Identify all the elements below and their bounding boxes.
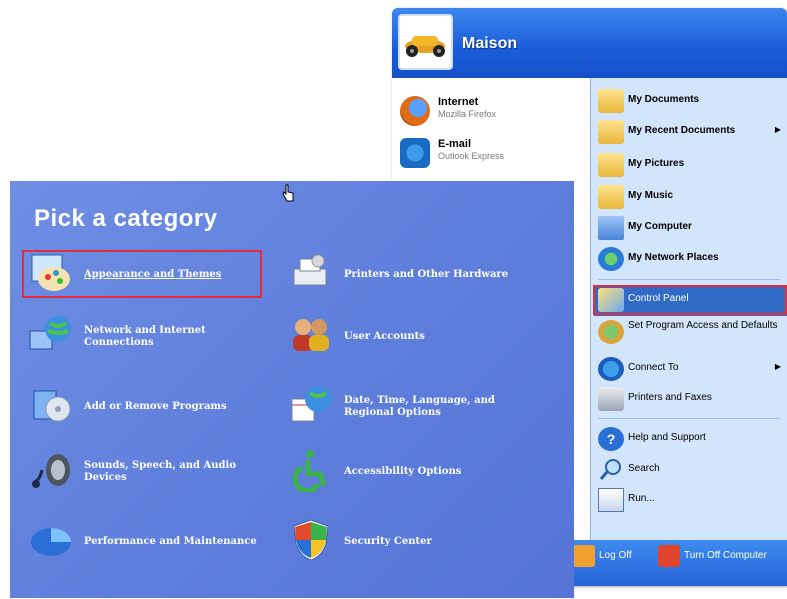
menu-item-label: Search xyxy=(628,463,660,474)
connect-globe-icon xyxy=(598,357,624,381)
category-label: Security Center xyxy=(344,536,432,547)
shield-icon xyxy=(288,518,334,562)
log-off-label: Log Off xyxy=(599,550,632,561)
menu-item-run[interactable]: Run... xyxy=(598,486,784,516)
pinned-item-title: E-mail xyxy=(438,138,472,150)
firefox-icon xyxy=(400,96,430,126)
accessibility-icon xyxy=(288,448,334,494)
folder-pictures-icon xyxy=(598,153,624,177)
help-icon: ? xyxy=(598,427,624,451)
menu-item-search[interactable]: Search xyxy=(598,456,784,486)
start-menu-header: Maison xyxy=(392,8,787,78)
menu-item-my-pictures[interactable]: My Pictures xyxy=(598,151,784,181)
power-icon xyxy=(658,545,680,567)
network-globe-icon xyxy=(28,313,74,357)
menu-item-label: Run... xyxy=(628,493,655,504)
category-date-time-language[interactable]: Date, Time, Language, and Regional Optio… xyxy=(288,381,558,441)
turn-off-label: Turn Off Computer xyxy=(684,550,767,561)
user-avatar[interactable] xyxy=(398,14,453,70)
page-title: Pick a category xyxy=(34,205,218,232)
menu-item-label: My Network Places xyxy=(628,252,719,263)
network-globe-icon xyxy=(598,247,624,271)
category-add-remove-programs[interactable]: Add or Remove Programs xyxy=(28,381,258,441)
menu-item-label: My Computer xyxy=(628,221,692,232)
menu-item-set-program-access[interactable]: Set Program Access and Defaults xyxy=(598,318,784,354)
turn-off-button[interactable]: Turn Off Computer xyxy=(658,545,786,569)
submenu-arrow-icon: ▶ xyxy=(774,362,781,371)
category-label: Performance and Maintenance xyxy=(84,536,257,547)
hand-cursor-icon xyxy=(282,184,294,202)
pinned-item-subtitle: Mozilla Firefox xyxy=(438,109,497,119)
category-performance-maintenance[interactable]: Performance and Maintenance xyxy=(28,516,278,576)
category-printers-hardware[interactable]: Printers and Other Hardware xyxy=(288,249,558,309)
submenu-arrow-icon: ▶ xyxy=(774,125,781,134)
category-network-internet[interactable]: Network and Internet Connections xyxy=(28,311,258,371)
menu-item-label: My Pictures xyxy=(628,158,685,169)
menu-item-label: My Music xyxy=(628,190,674,201)
date-time-globe-icon xyxy=(288,383,334,427)
menu-item-label: My Recent Documents xyxy=(628,125,736,136)
outlook-express-icon xyxy=(400,138,430,168)
folder-music-icon xyxy=(598,185,624,209)
menu-item-label: Connect To xyxy=(628,362,679,373)
category-label: Accessibility Options xyxy=(344,466,462,477)
control-panel-window: Pick a category Appearance and Themes Ne… xyxy=(10,181,574,598)
menu-item-label: Printers and Faxes xyxy=(628,392,712,403)
category-label: Date, Time, Language, and Regional Optio… xyxy=(344,395,495,418)
menu-item-my-computer[interactable]: My Computer xyxy=(598,214,784,244)
category-label: Add or Remove Programs xyxy=(84,401,227,412)
pinned-item-title: Internet xyxy=(438,96,479,108)
pinned-item-subtitle: Outlook Express xyxy=(438,151,505,161)
menu-item-label: Set Program Access and Defaults xyxy=(628,320,778,331)
menu-item-printers-faxes[interactable]: Printers and Faxes xyxy=(598,385,784,415)
menu-item-connect-to[interactable]: Connect To ▶ xyxy=(598,355,784,385)
menu-item-help-support[interactable]: ? Help and Support xyxy=(598,425,784,455)
search-icon xyxy=(598,458,624,482)
folder-recent-icon xyxy=(598,120,624,144)
menu-separator xyxy=(598,418,780,419)
menu-item-my-network-places[interactable]: My Network Places xyxy=(598,245,784,275)
menu-item-my-music[interactable]: My Music xyxy=(598,183,784,213)
category-accessibility[interactable]: Accessibility Options xyxy=(288,446,558,506)
control-panel-red-outline xyxy=(593,285,787,315)
speaker-icon xyxy=(28,448,74,492)
category-label: Printers and Other Hardware xyxy=(344,269,509,280)
appearance-red-outline xyxy=(22,250,262,298)
log-off-button[interactable]: Log Off xyxy=(573,545,653,569)
category-security-center[interactable]: Security Center xyxy=(288,516,558,576)
add-remove-programs-icon xyxy=(28,383,74,427)
menu-item-my-recent-documents[interactable]: My Recent Documents ▶ xyxy=(598,118,784,148)
menu-item-label: Help and Support xyxy=(628,432,706,443)
category-label: Network and Internet Connections xyxy=(84,325,206,348)
log-off-icon xyxy=(573,545,595,567)
printer-icon xyxy=(288,251,334,295)
folder-documents-icon xyxy=(598,89,624,113)
program-access-icon xyxy=(598,320,624,344)
computer-icon xyxy=(598,216,624,240)
menu-item-my-documents[interactable]: My Documents xyxy=(598,87,784,117)
category-sounds-speech-audio[interactable]: Sounds, Speech, and Audio Devices xyxy=(28,446,258,506)
performance-pie-icon xyxy=(28,518,74,562)
menu-separator xyxy=(598,279,780,280)
run-icon xyxy=(598,488,624,512)
pinned-item-internet[interactable]: Internet Mozilla Firefox xyxy=(400,94,585,130)
category-label: User Accounts xyxy=(344,331,425,342)
menu-item-label: My Documents xyxy=(628,94,700,105)
user-name: Maison xyxy=(462,35,518,52)
users-icon xyxy=(288,313,334,357)
category-label: Sounds, Speech, and Audio Devices xyxy=(84,460,236,483)
pinned-item-email[interactable]: E-mail Outlook Express xyxy=(400,136,585,172)
category-user-accounts[interactable]: User Accounts xyxy=(288,311,558,371)
printer-icon xyxy=(598,387,624,411)
